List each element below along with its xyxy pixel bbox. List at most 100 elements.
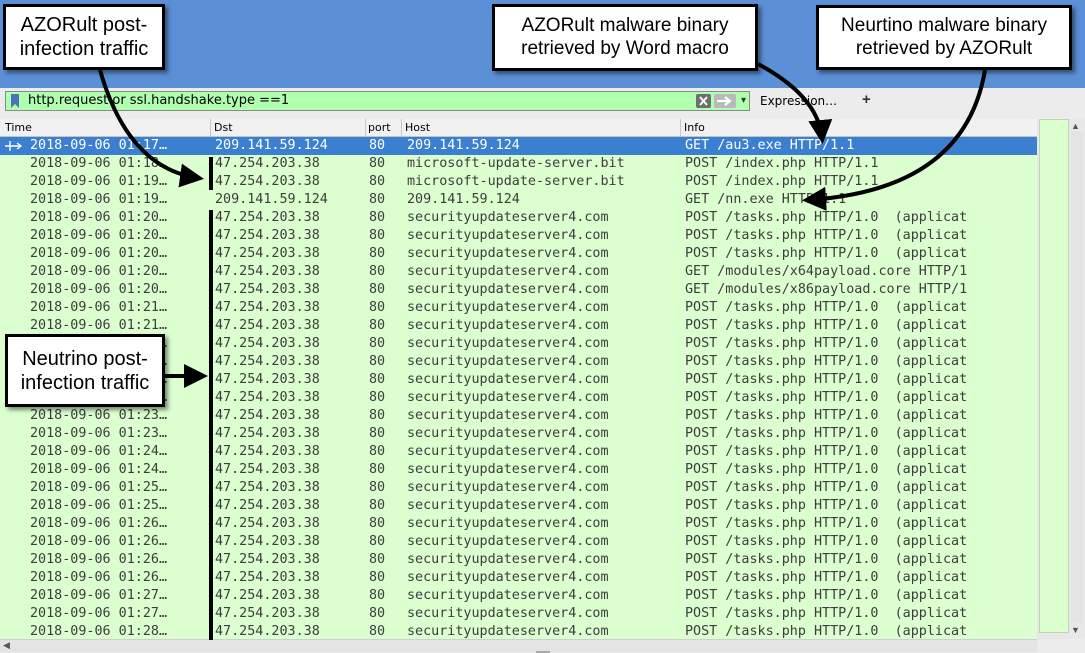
callout-azorult-binary: AZORult malware binary retrieved by Word… xyxy=(492,4,758,71)
table-row[interactable]: 2018-09-06 01:25… 47.254.203.38 80 security… xyxy=(0,479,1037,497)
cell-host: securityupdateserver4.com xyxy=(407,300,609,315)
column-header-time[interactable]: Time xyxy=(5,121,32,135)
table-row[interactable]: 2018-09-06 01:24… 47.254.203.38 80 security… xyxy=(0,461,1037,479)
cell-host: securityupdateserver4.com xyxy=(407,480,609,495)
cell-host: securityupdateserver4.com xyxy=(407,210,609,225)
scroll-track[interactable] xyxy=(1071,131,1083,623)
table-row[interactable]: 2018-09-06 01:26… 47.254.203.38 80 security… xyxy=(0,533,1037,551)
horizontal-scrollbar[interactable]: ◀ xyxy=(0,639,1037,652)
table-row[interactable]: 2018-09-06 01:24… 47.254.203.38 80 security… xyxy=(0,443,1037,461)
table-row[interactable]: 2018-09-06 01:28… 47.254.203.38 80 security… xyxy=(0,623,1037,639)
cell-port: 80 xyxy=(369,480,386,495)
cell-dst: 47.254.203.38 xyxy=(215,336,320,351)
cell-info: POST /tasks.php HTTP/1.0 (applicat xyxy=(685,300,968,315)
table-row[interactable]: 2018-09-06 01:21… 47.254.203.38 80 security… xyxy=(0,317,1037,335)
table-row[interactable]: 2018-09-06 01:17… 209.141.59.124 80 209.141… xyxy=(0,137,1037,155)
cell-time: 2018-09-06 01:20… xyxy=(30,282,168,297)
display-filter-input[interactable]: http.request or ssl.handshake.type ==1 ▾ xyxy=(5,91,750,111)
cell-dst: 47.254.203.38 xyxy=(215,282,320,297)
cell-info: POST /tasks.php HTTP/1.0 (applicat xyxy=(685,498,968,513)
table-row[interactable]: 2018-09-06 01:19… 47.254.203.38 80 microsof… xyxy=(0,173,1037,191)
cell-info: POST /index.php HTTP/1.1 xyxy=(685,156,879,171)
column-header-info[interactable]: Info xyxy=(684,121,705,135)
cell-port: 80 xyxy=(369,318,386,333)
table-row[interactable]: 2018-09-06 01:25… 47.254.203.38 80 security… xyxy=(0,497,1037,515)
cell-time: 2018-09-06 01:25… xyxy=(30,480,168,495)
table-row[interactable]: 2018-09-06 01:21… 47.254.203.38 80 security… xyxy=(0,299,1037,317)
cell-time: 2018-09-06 01:27… xyxy=(30,606,168,621)
table-row[interactable]: 2018-09-06 01:18… 47.254.203.38 80 microsof… xyxy=(0,155,1037,173)
table-row[interactable]: 2018-09-06 01:20… 47.254.203.38 80 security… xyxy=(0,227,1037,245)
cell-host: securityupdateserver4.com xyxy=(407,462,609,477)
cell-time: 2018-09-06 01:26… xyxy=(30,552,168,567)
cell-dst: 47.254.203.38 xyxy=(215,570,320,585)
add-filter-button[interactable]: + xyxy=(862,91,871,108)
cell-info: POST /tasks.php HTTP/1.0 (applicat xyxy=(685,552,968,567)
table-row[interactable]: 2018-09-06 01:26… 47.254.203.38 80 security… xyxy=(0,551,1037,569)
table-row[interactable]: 2018-09-06 01:23… 47.254.203.38 80 security… xyxy=(0,425,1037,443)
cell-port: 80 xyxy=(369,210,386,225)
cell-time: 2018-09-06 01:20… xyxy=(30,228,168,243)
scroll-left-icon[interactable]: ◀ xyxy=(3,640,10,651)
cell-dst: 47.254.203.38 xyxy=(215,462,320,477)
cell-dst: 47.254.203.38 xyxy=(215,480,320,495)
cell-port: 80 xyxy=(369,462,386,477)
vertical-scrollbar[interactable]: ▲ ▼ xyxy=(1037,119,1085,639)
cell-time: 2018-09-06 01:19… xyxy=(30,192,168,207)
cell-port: 80 xyxy=(369,264,386,279)
related-packet-icon xyxy=(5,141,22,151)
table-row[interactable]: 2018-09-06 01:20… 47.254.203.38 80 security… xyxy=(0,281,1037,299)
display-filter-toolbar: http.request or ssl.handshake.type ==1 ▾… xyxy=(0,88,1085,115)
cell-host: securityupdateserver4.com xyxy=(407,264,609,279)
table-row[interactable]: 2018-09-06 01:27… 47.254.203.38 80 security… xyxy=(0,605,1037,623)
cell-info: POST /tasks.php HTTP/1.0 (applicat xyxy=(685,624,968,639)
cell-time: 2018-09-06 01:24… xyxy=(30,462,168,477)
table-row[interactable]: 2018-09-06 01:26… 47.254.203.38 80 security… xyxy=(0,569,1037,587)
table-row[interactable]: 2018-09-06 01:20… 47.254.203.38 80 security… xyxy=(0,245,1037,263)
cell-info: POST /tasks.php HTTP/1.0 (applicat xyxy=(685,444,968,459)
cell-host: securityupdateserver4.com xyxy=(407,390,609,405)
cell-host: securityupdateserver4.com xyxy=(407,228,609,243)
cell-dst: 209.141.59.124 xyxy=(215,192,328,207)
cell-port: 80 xyxy=(369,354,386,369)
cell-dst: 47.254.203.38 xyxy=(215,624,320,639)
table-row[interactable]: 2018-09-06 01:27… 47.254.203.38 80 security… xyxy=(0,587,1037,605)
cell-time: 2018-09-06 01:20… xyxy=(30,264,168,279)
cell-info: POST /tasks.php HTTP/1.0 (applicat xyxy=(685,210,968,225)
cell-info: GET /modules/x64payload.core HTTP/1 xyxy=(685,264,968,279)
cell-host: securityupdateserver4.com xyxy=(407,282,609,297)
table-row[interactable]: 2018-09-06 01:20… 47.254.203.38 80 security… xyxy=(0,209,1037,227)
table-row[interactable]: 2018-09-06 01:19… 209.141.59.124 80 209.141… xyxy=(0,191,1037,209)
clear-icon[interactable] xyxy=(696,94,711,108)
cell-host: 209.141.59.124 xyxy=(407,138,520,153)
table-row[interactable]: 2018-09-06 01:23… 47.254.203.38 80 security… xyxy=(0,407,1037,425)
cell-port: 80 xyxy=(369,228,386,243)
column-header-host[interactable]: Host xyxy=(405,121,430,135)
cell-host: microsoft-update-server.bit xyxy=(407,156,625,171)
cell-info: GET /modules/x86payload.core HTTP/1 xyxy=(685,282,968,297)
packet-minimap[interactable] xyxy=(1039,119,1069,633)
cell-host: securityupdateserver4.com xyxy=(407,354,609,369)
cell-port: 80 xyxy=(369,336,386,351)
cell-info: POST /tasks.php HTTP/1.0 (applicat xyxy=(685,516,968,531)
cell-info: POST /tasks.php HTTP/1.0 (applicat xyxy=(685,588,968,603)
cell-time: 2018-09-06 01:23… xyxy=(30,426,168,441)
cell-port: 80 xyxy=(369,390,386,405)
cell-info: POST /tasks.php HTTP/1.0 (applicat xyxy=(685,372,968,387)
cell-info: POST /tasks.php HTTP/1.0 (applicat xyxy=(685,480,968,495)
expression-button[interactable]: Expression… xyxy=(760,94,837,108)
cell-time: 2018-09-06 01:26… xyxy=(30,570,168,585)
cell-port: 80 xyxy=(369,552,386,567)
table-row[interactable]: 2018-09-06 01:26… 47.254.203.38 80 security… xyxy=(0,515,1037,533)
cell-info: POST /tasks.php HTTP/1.0 (applicat xyxy=(685,462,968,477)
apply-arrow-icon[interactable] xyxy=(714,94,736,108)
table-row[interactable]: 2018-09-06 01:20… 47.254.203.38 80 security… xyxy=(0,263,1037,281)
filter-text[interactable]: http.request or ssl.handshake.type ==1 xyxy=(28,93,289,108)
chevron-down-icon[interactable]: ▾ xyxy=(741,95,751,107)
cell-host: 209.141.59.124 xyxy=(407,192,520,207)
column-header-port[interactable]: port xyxy=(368,121,391,135)
column-header-dst[interactable]: Dst xyxy=(214,121,233,135)
scroll-down-icon[interactable]: ▼ xyxy=(1071,625,1080,635)
bookmark-icon[interactable] xyxy=(11,94,19,108)
scroll-up-icon[interactable]: ▲ xyxy=(1071,121,1080,131)
